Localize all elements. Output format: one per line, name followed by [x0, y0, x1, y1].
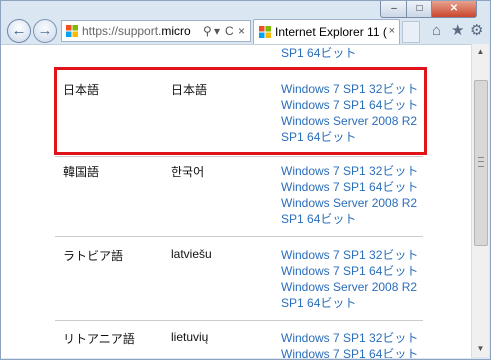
download-link[interactable]: Windows 7 SP1 32ビット [281, 247, 418, 263]
native-name: latviešu [171, 247, 212, 261]
home-icon[interactable]: ⌂ [432, 23, 441, 39]
tab-close-icon[interactable]: × [389, 25, 395, 37]
download-link[interactable]: Windows Server 2008 R2 [281, 279, 418, 295]
download-link[interactable]: Windows Server 2008 R2 [281, 195, 418, 211]
download-link[interactable]: SP1 64ビット [281, 295, 418, 311]
url-prefix: https://support. [82, 24, 162, 38]
settings-gear-icon[interactable]: ⚙ [470, 23, 483, 39]
native-name: lietuvių [171, 330, 209, 344]
maximize-button[interactable]: □ [406, 1, 433, 18]
maximize-icon: □ [416, 3, 423, 14]
browser-toolbar: ← → https://support.micro ⚲ ▾ C × Intern… [1, 17, 490, 45]
microsoft-logo-icon [66, 25, 78, 37]
row-divider [55, 236, 423, 237]
download-links: Windows 7 SP1 32ビット Windows 7 SP1 64ビット … [281, 247, 418, 311]
scroll-up-arrow-icon[interactable]: ▲ [472, 44, 489, 60]
scroll-down-arrow-icon[interactable]: ▼ [472, 341, 489, 357]
scrollbar-thumb[interactable] [474, 80, 488, 246]
address-url[interactable]: https://support.micro [82, 24, 200, 38]
download-link[interactable]: Windows 7 SP1 64ビット [281, 179, 418, 195]
download-link[interactable]: Windows 7 SP1 64ビット [281, 346, 418, 358]
close-icon: ✕ [449, 3, 459, 14]
stop-icon[interactable]: × [238, 23, 245, 39]
download-link[interactable]: Windows 7 SP1 32ビット [281, 330, 418, 346]
grip-icon [478, 157, 484, 167]
search-icon[interactable]: ⚲ [203, 23, 212, 39]
row-divider [55, 320, 423, 321]
favorites-star-icon[interactable]: ★ [451, 23, 464, 39]
vertical-scrollbar[interactable]: ▲ ▼ [471, 44, 489, 357]
highlight-box [54, 67, 427, 155]
microsoft-logo-icon [259, 26, 271, 38]
tab-internet-explorer-11[interactable]: Internet Explorer 11 (... × [253, 19, 400, 45]
close-window-button[interactable]: ✕ [431, 1, 477, 18]
partial-link[interactable]: SP1 64ビット [281, 45, 356, 61]
native-name: 한국어 [171, 165, 205, 179]
download-link[interactable]: Windows 7 SP1 32ビット [281, 163, 418, 179]
new-tab-button[interactable] [402, 21, 420, 43]
minimize-icon: – [391, 3, 397, 14]
page-content: SP1 64ビット 日本語 日本語 Windows 7 SP1 32ビット Wi… [1, 44, 471, 358]
language-name: 韓国語 [63, 165, 100, 179]
tab-title: Internet Explorer 11 (... [275, 25, 387, 39]
row-divider [55, 156, 423, 157]
address-bar[interactable]: https://support.micro ⚲ ▾ C × [61, 20, 251, 42]
url-domain: micro [161, 24, 191, 38]
minimize-button[interactable]: – [380, 1, 408, 18]
language-name: リトアニア語 [63, 332, 135, 346]
back-button[interactable]: ← [7, 19, 31, 43]
refresh-icon[interactable]: C [225, 23, 234, 39]
dropdown-icon[interactable]: ▾ [214, 23, 220, 39]
download-link[interactable]: SP1 64ビット [281, 211, 418, 227]
forward-arrow-icon: → [37, 22, 53, 39]
download-links: Windows 7 SP1 32ビット Windows 7 SP1 64ビット [281, 330, 418, 358]
language-name: ラトビア語 [63, 249, 124, 263]
download-link[interactable]: Windows 7 SP1 64ビット [281, 263, 418, 279]
back-arrow-icon: ← [11, 22, 27, 39]
download-links: Windows 7 SP1 32ビット Windows 7 SP1 64ビット … [281, 163, 418, 227]
forward-button[interactable]: → [33, 19, 57, 43]
